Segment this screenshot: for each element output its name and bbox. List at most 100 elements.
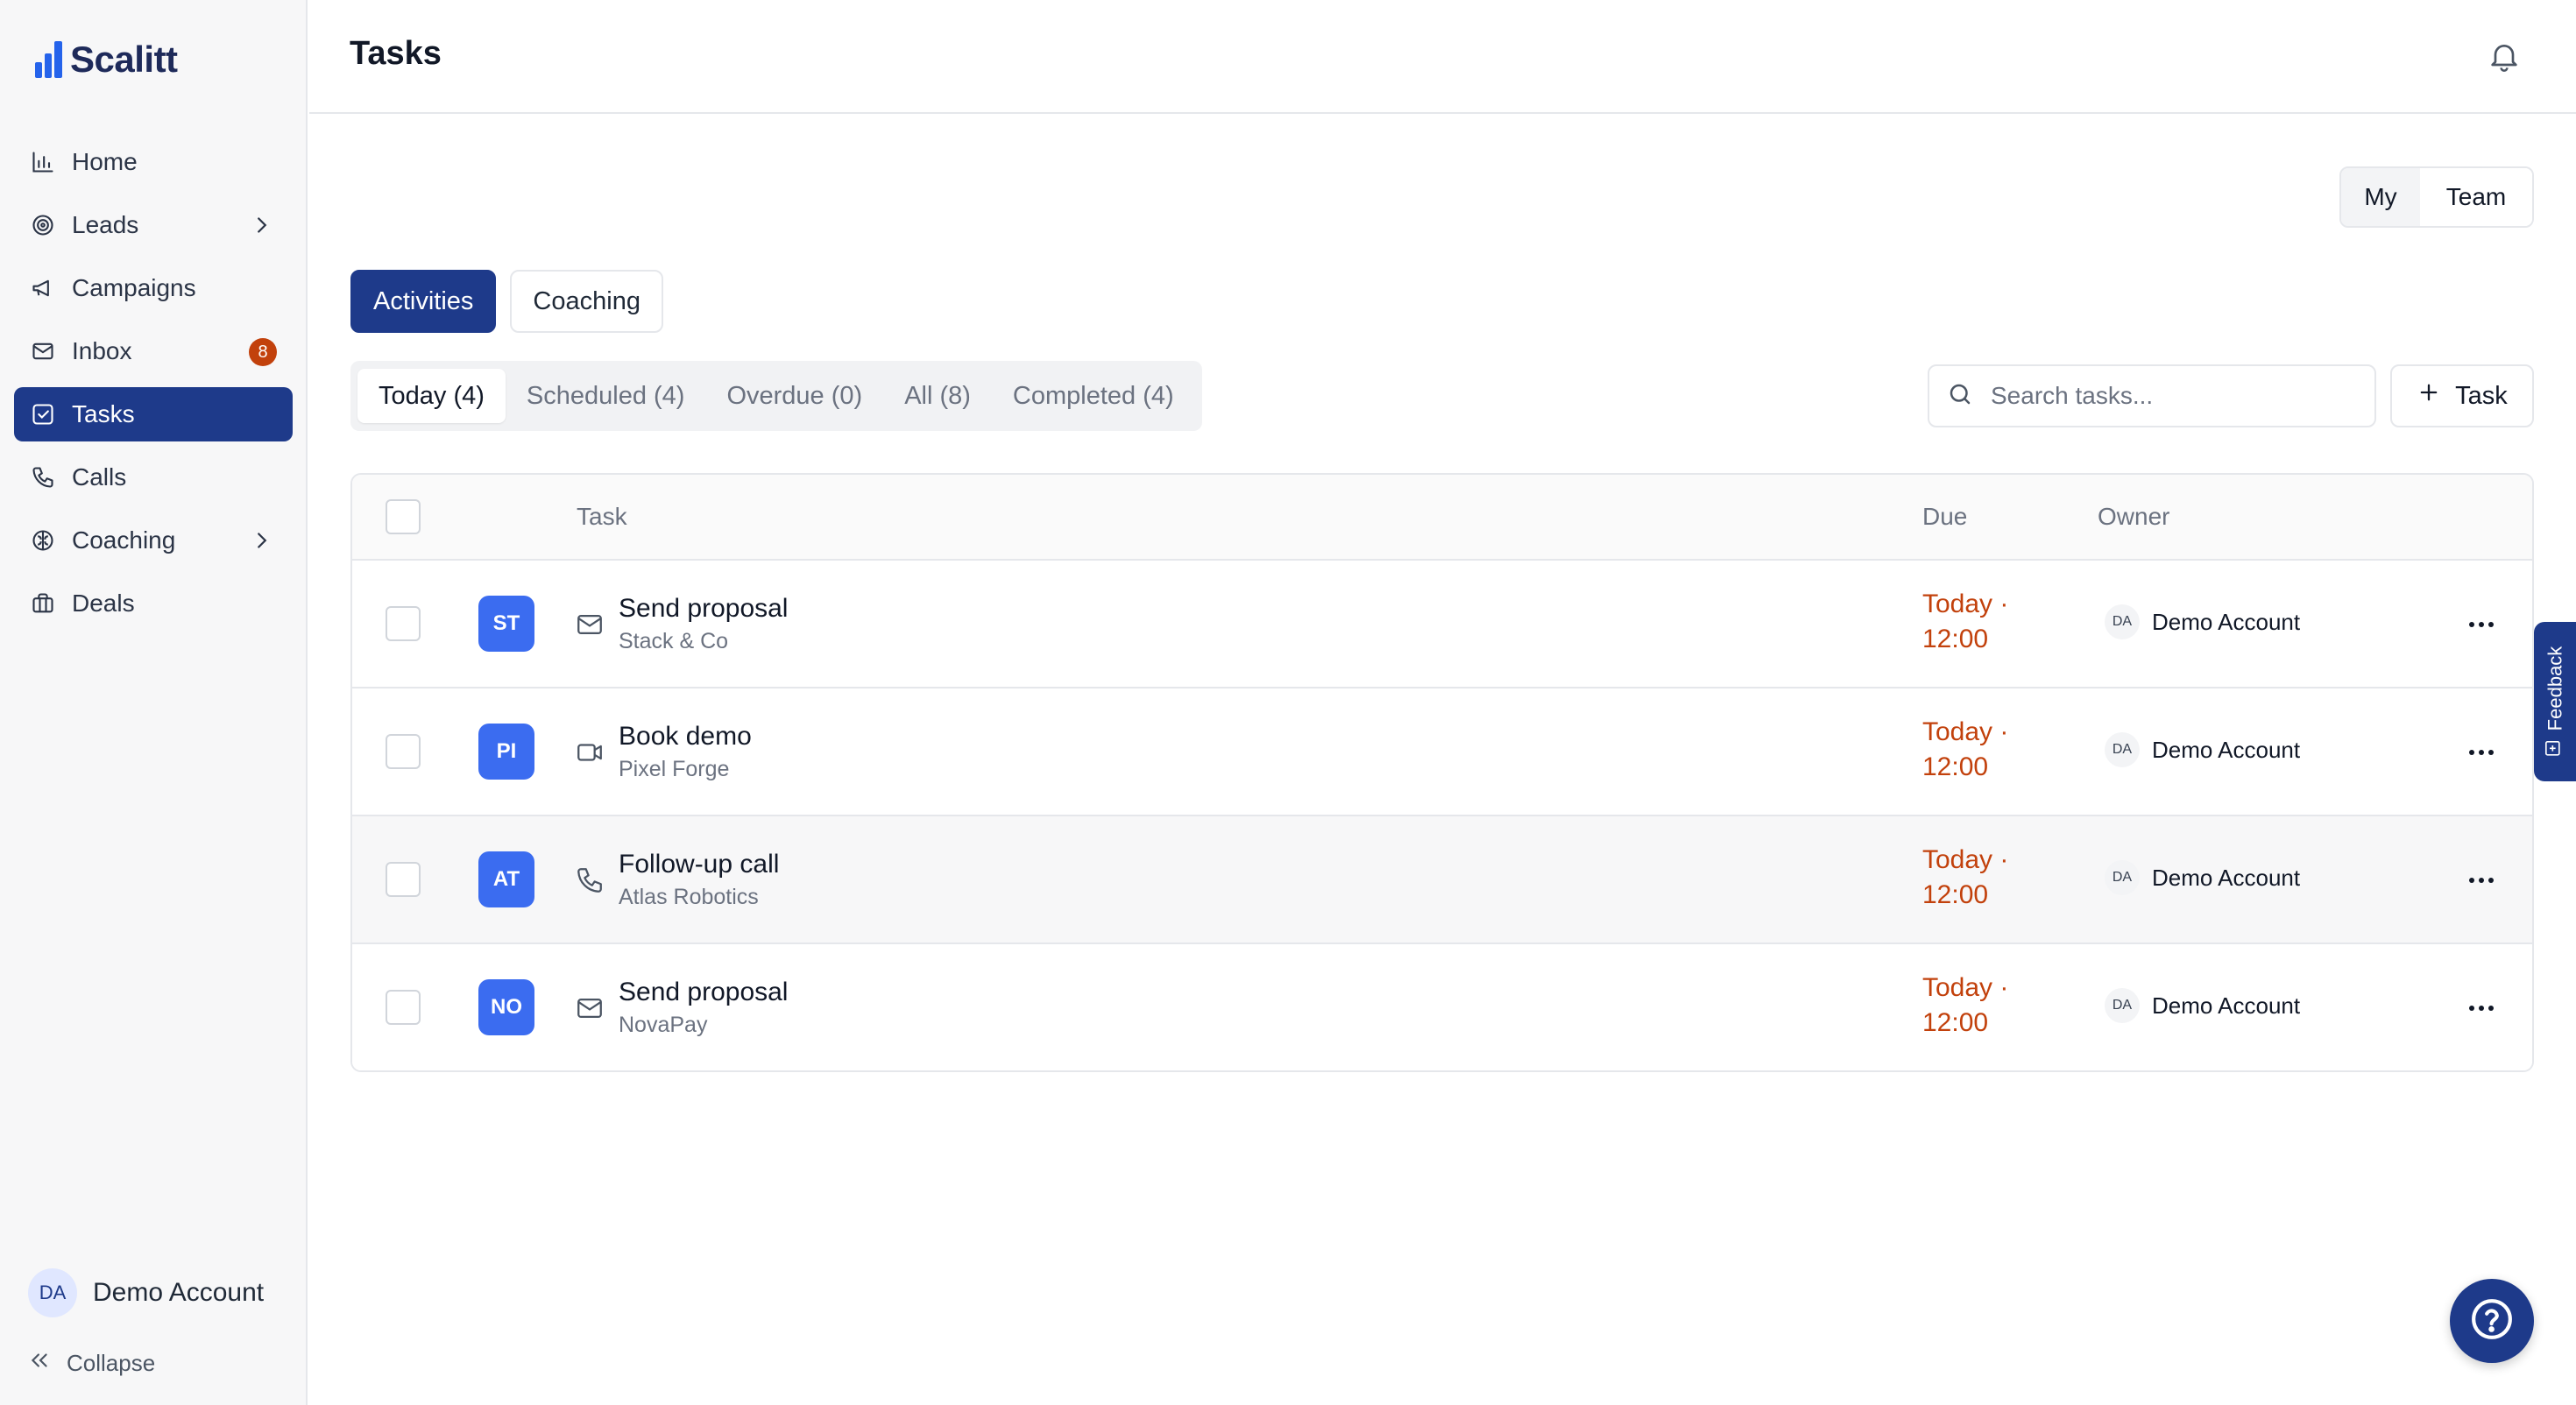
feedback-icon	[2544, 739, 2566, 757]
task-due: Today · 12:00	[1922, 587, 2008, 657]
task-title[interactable]: Send proposal	[619, 594, 788, 624]
mail-icon	[575, 610, 605, 639]
due-time: 12:00	[1922, 880, 1989, 909]
owner-name: Demo Account	[2152, 736, 2301, 763]
company-avatar: PI	[478, 724, 534, 780]
row-checkbox[interactable]	[386, 990, 421, 1025]
chevron-right-icon	[249, 212, 275, 238]
megaphone-icon	[30, 275, 56, 301]
due-time: 12:00	[1922, 625, 1989, 653]
bell-icon[interactable]	[2487, 39, 2522, 74]
more-horizontal-icon[interactable]	[2464, 865, 2499, 895]
brand-name: Scalitt	[70, 39, 178, 80]
owner-name: Demo Account	[2152, 992, 2301, 1019]
row-checkbox[interactable]	[386, 862, 421, 897]
feedback-tab[interactable]: Feedback	[2534, 622, 2576, 781]
task-company: Pixel Forge	[619, 757, 730, 781]
filter-overdue[interactable]: Overdue (0)	[705, 369, 883, 423]
tasks-table: Task Due Owner ST Send proposal Stack & …	[350, 473, 2534, 1072]
filter-all[interactable]: All (8)	[883, 369, 992, 423]
filter-today[interactable]: Today (4)	[357, 369, 506, 423]
row-checkbox[interactable]	[386, 606, 421, 641]
avatar: DA	[2105, 988, 2140, 1023]
scope-team-button[interactable]: Team	[2420, 168, 2532, 226]
due-day: Today ·	[1922, 845, 2009, 874]
sidebar-item-label: Home	[72, 148, 138, 175]
mail-icon	[575, 993, 605, 1023]
table-row[interactable]: PI Book demo Pixel Forge Today · 12:00 D…	[352, 688, 2532, 816]
tab-coaching[interactable]: Coaching	[510, 270, 663, 333]
phone-icon	[30, 464, 56, 491]
task-due: Today · 12:00	[1922, 715, 2008, 785]
table-header: Task Due Owner	[352, 475, 2532, 561]
mail-icon	[30, 338, 56, 364]
search-icon	[1947, 381, 1973, 412]
collapse-button[interactable]: Collapse	[28, 1349, 155, 1378]
sidebar-user-profile[interactable]: DA Demo Account	[28, 1268, 264, 1317]
sidebar-item-label: Leads	[72, 211, 139, 238]
task-filter-tabs: Today (4) Scheduled (4) Overdue (0) All …	[350, 361, 1202, 431]
sidebar-nav: Home Leads Campaigns Inbox 8 Tasks Calls…	[14, 135, 293, 639]
help-circle-icon	[2470, 1297, 2514, 1345]
task-due: Today · 12:00	[1922, 971, 2008, 1041]
filter-scheduled[interactable]: Scheduled (4)	[506, 369, 706, 423]
sidebar-item-campaigns[interactable]: Campaigns	[14, 261, 293, 315]
avatar: DA	[2105, 604, 2140, 639]
task-owner: DA Demo Account	[2105, 732, 2300, 767]
sidebar-item-label: Campaigns	[72, 274, 196, 301]
task-title[interactable]: Follow-up call	[619, 850, 779, 879]
avatar: DA	[28, 1268, 77, 1317]
search-box	[1928, 364, 2376, 427]
plus-icon	[2417, 380, 2441, 412]
due-day: Today ·	[1922, 717, 2009, 746]
phone-icon	[575, 865, 605, 895]
sidebar-item-home[interactable]: Home	[14, 135, 293, 189]
add-task-button[interactable]: Task	[2390, 364, 2534, 427]
sidebar-item-inbox[interactable]: Inbox 8	[14, 324, 293, 378]
more-horizontal-icon[interactable]	[2464, 610, 2499, 639]
task-company: Atlas Robotics	[619, 885, 759, 909]
task-owner: DA Demo Account	[2105, 988, 2300, 1023]
column-header-owner[interactable]: Owner	[2098, 503, 2169, 531]
sidebar-item-label: Tasks	[72, 400, 135, 427]
help-button[interactable]	[2450, 1279, 2534, 1363]
column-header-task[interactable]: Task	[577, 503, 627, 531]
table-row[interactable]: ST Send proposal Stack & Co Today · 12:0…	[352, 561, 2532, 688]
task-title[interactable]: Book demo	[619, 722, 752, 752]
scope-my-button[interactable]: My	[2341, 168, 2420, 226]
column-header-due[interactable]: Due	[1922, 503, 1967, 531]
logo-icon	[35, 41, 65, 78]
more-horizontal-icon[interactable]	[2464, 738, 2499, 767]
owner-name: Demo Account	[2152, 864, 2301, 891]
more-horizontal-icon[interactable]	[2464, 993, 2499, 1023]
due-time: 12:00	[1922, 1008, 1989, 1037]
feedback-label: Feedback	[2544, 646, 2565, 731]
sidebar-item-calls[interactable]: Calls	[14, 450, 293, 505]
filter-completed[interactable]: Completed (4)	[992, 369, 1195, 423]
table-row[interactable]: NO Send proposal NovaPay Today · 12:00 D…	[352, 944, 2532, 1070]
tab-activities[interactable]: Activities	[350, 270, 497, 333]
video-icon	[575, 738, 605, 767]
task-due: Today · 12:00	[1922, 843, 2008, 913]
add-task-label: Task	[2455, 381, 2508, 410]
chevron-right-icon	[249, 527, 275, 554]
sidebar-item-deals[interactable]: Deals	[14, 576, 293, 631]
task-title[interactable]: Send proposal	[619, 978, 788, 1007]
search-input[interactable]	[1991, 382, 2357, 410]
sidebar-item-label: Calls	[72, 463, 127, 491]
inbox-count-badge: 8	[249, 338, 277, 366]
sidebar-item-leads[interactable]: Leads	[14, 198, 293, 252]
sidebar-item-coaching[interactable]: Coaching	[14, 513, 293, 568]
select-all-checkbox[interactable]	[386, 499, 421, 534]
briefcase-icon	[30, 590, 56, 617]
row-checkbox[interactable]	[386, 734, 421, 769]
company-avatar: ST	[478, 596, 534, 652]
chart-bars-icon	[30, 149, 56, 175]
sidebar-item-tasks[interactable]: Tasks	[14, 387, 293, 441]
table-row[interactable]: AT Follow-up call Atlas Robotics Today ·…	[352, 816, 2532, 944]
task-company: Stack & Co	[619, 629, 729, 653]
sidebar-item-label: Deals	[72, 590, 135, 617]
avatar: DA	[2105, 732, 2140, 767]
logo[interactable]: Scalitt	[35, 39, 178, 81]
collapse-label: Collapse	[67, 1350, 156, 1376]
